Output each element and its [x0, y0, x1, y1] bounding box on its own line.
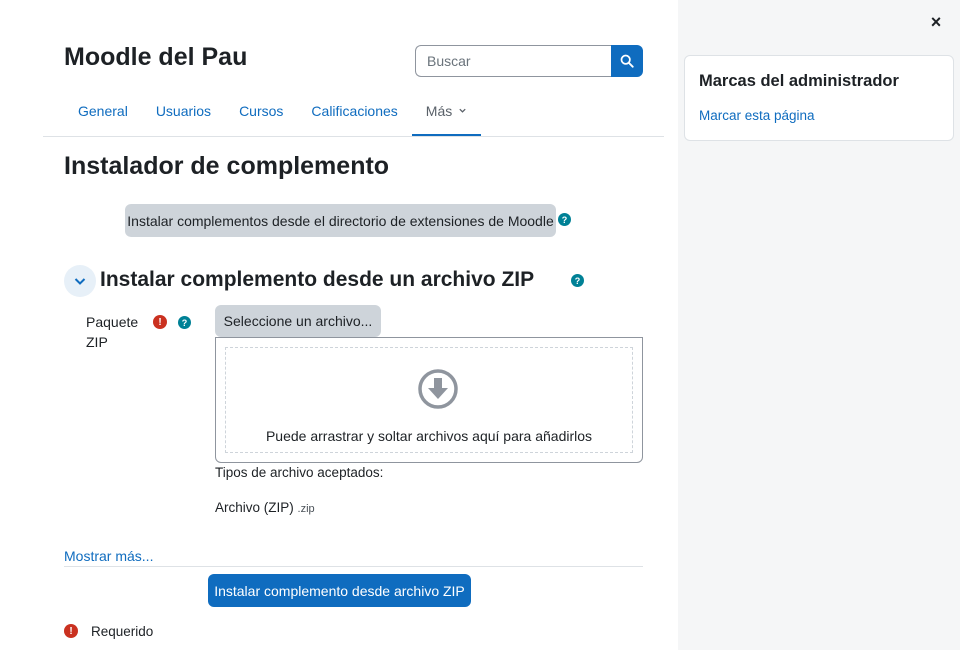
required-icon: ! — [64, 624, 78, 638]
nav-item-calificaciones[interactable]: Calificaciones — [297, 88, 411, 136]
nav-item-mas-label: Más — [425, 103, 453, 119]
help-icon[interactable]: ? — [558, 213, 571, 226]
help-icon[interactable]: ? — [178, 316, 191, 329]
search-button[interactable] — [611, 45, 643, 77]
install-from-directory-button[interactable]: Instalar complementos desde el directori… — [125, 204, 556, 237]
install-zip-submit-button[interactable]: Instalar complemento desde archivo ZIP — [208, 574, 471, 607]
search-form — [415, 45, 643, 77]
main-region: Moodle del Pau General Usuarios Cursos C… — [0, 0, 678, 650]
nav-item-mas[interactable]: Más — [411, 88, 482, 136]
required-legend: Requerido — [91, 624, 154, 639]
page-title: Instalador de complemento — [64, 152, 390, 180]
accepted-type-name: Archivo (ZIP) — [215, 500, 294, 515]
nav-item-general[interactable]: General — [64, 88, 142, 136]
bookmark-page-link[interactable]: Marcar esta página — [699, 108, 815, 123]
accepted-type-zip: Archivo (ZIP) .zip — [215, 500, 315, 515]
close-icon[interactable]: × — [928, 12, 944, 32]
choose-file-button[interactable]: Seleccione un archivo... — [215, 305, 381, 337]
search-input[interactable] — [415, 45, 611, 77]
form-divider — [64, 566, 643, 567]
accepted-type-extension: .zip — [297, 503, 315, 515]
help-icon[interactable]: ? — [571, 274, 584, 287]
chevron-down-icon — [459, 108, 466, 113]
zip-package-label-line2: ZIP — [86, 334, 108, 350]
admin-bookmarks-block: Marcas del administrador Marcar esta pág… — [684, 55, 954, 141]
accepted-types-label: Tipos de archivo aceptados: — [215, 465, 384, 480]
nav-item-usuarios[interactable]: Usuarios — [142, 88, 225, 136]
show-more-link[interactable]: Mostrar más... — [64, 548, 153, 564]
nav-divider — [43, 136, 664, 137]
file-dropzone[interactable]: Puede arrastrar y soltar archivos aquí p… — [215, 337, 643, 463]
dropzone-text: Puede arrastrar y soltar archivos aquí p… — [265, 428, 593, 444]
zip-package-label: Paquete ZIP — [86, 312, 138, 352]
zip-package-label-line1: Paquete — [86, 314, 139, 330]
section-collapse-button[interactable] — [64, 265, 96, 297]
dropzone-inner: Puede arrastrar y soltar archivos aquí p… — [225, 347, 633, 453]
block-title: Marcas del administrador — [699, 72, 899, 90]
chevron-down-icon — [74, 278, 86, 285]
nav-item-cursos[interactable]: Cursos — [225, 88, 297, 136]
required-icon: ! — [153, 315, 167, 329]
arrow-down-circle-icon — [418, 369, 458, 409]
primary-navigation: General Usuarios Cursos Calificaciones M… — [64, 88, 482, 136]
site-title[interactable]: Moodle del Pau — [64, 43, 247, 72]
search-icon — [620, 54, 634, 68]
section-title: Instalar complemento desde un archivo ZI… — [100, 268, 535, 291]
